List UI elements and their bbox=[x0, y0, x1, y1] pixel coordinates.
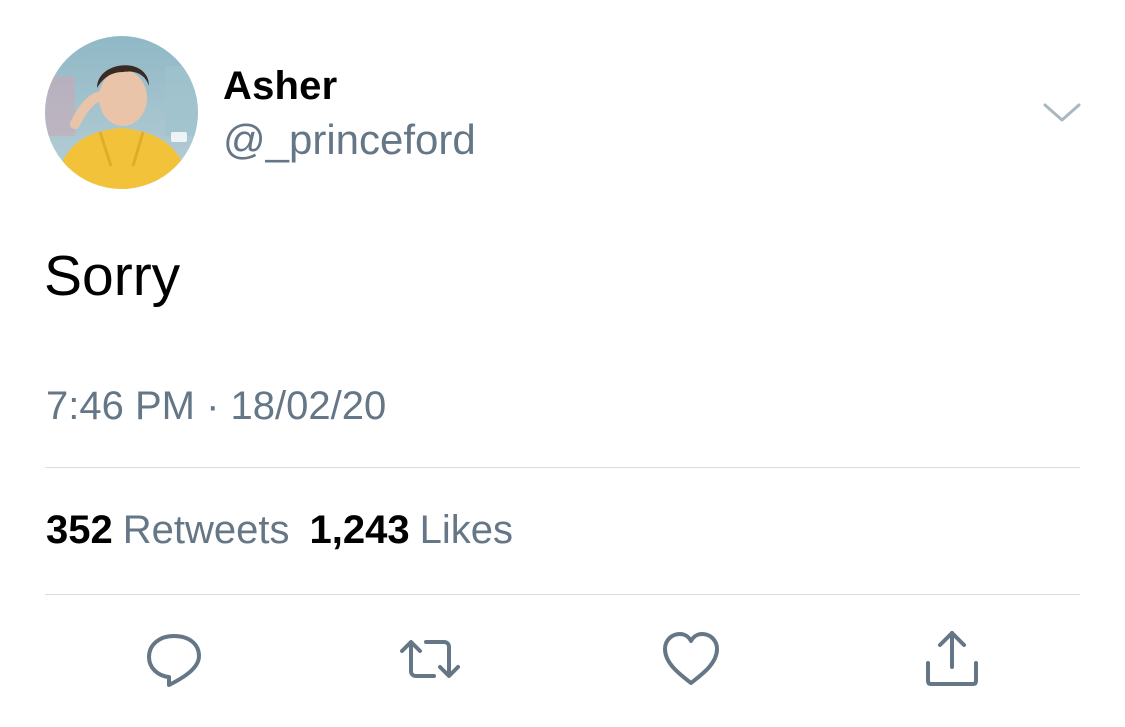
avatar[interactable] bbox=[45, 36, 198, 189]
tweet-timestamp[interactable]: 7:46 PM · 18/02/20 bbox=[46, 384, 386, 429]
tweet-detail: Asher @_princeford Sorry 7:46 PM · 18/02… bbox=[0, 0, 1125, 727]
share-button[interactable] bbox=[920, 627, 984, 691]
reply-button[interactable] bbox=[142, 627, 206, 691]
author-display-name[interactable]: Asher bbox=[223, 64, 337, 109]
likes-count[interactable]: 1,243 bbox=[310, 508, 410, 552]
retweet-icon bbox=[400, 640, 460, 678]
like-button[interactable] bbox=[659, 627, 723, 691]
tweet-text: Sorry bbox=[44, 244, 181, 308]
retweets-label[interactable]: Retweets bbox=[123, 508, 290, 552]
divider bbox=[45, 594, 1080, 595]
chevron-down-icon bbox=[1043, 103, 1081, 122]
avatar-image bbox=[45, 36, 198, 189]
author-handle[interactable]: @_princeford bbox=[223, 116, 476, 164]
retweets-count[interactable]: 352 bbox=[46, 508, 113, 552]
divider bbox=[45, 467, 1080, 468]
retweet-button[interactable] bbox=[398, 627, 462, 691]
tweet-menu-button[interactable] bbox=[1041, 97, 1083, 127]
reply-icon bbox=[147, 634, 201, 687]
likes-label[interactable]: Likes bbox=[420, 508, 513, 552]
heart-icon bbox=[663, 632, 719, 685]
tweet-stats: 352 Retweets 1,243 Likes bbox=[46, 508, 513, 553]
share-icon bbox=[926, 631, 978, 686]
